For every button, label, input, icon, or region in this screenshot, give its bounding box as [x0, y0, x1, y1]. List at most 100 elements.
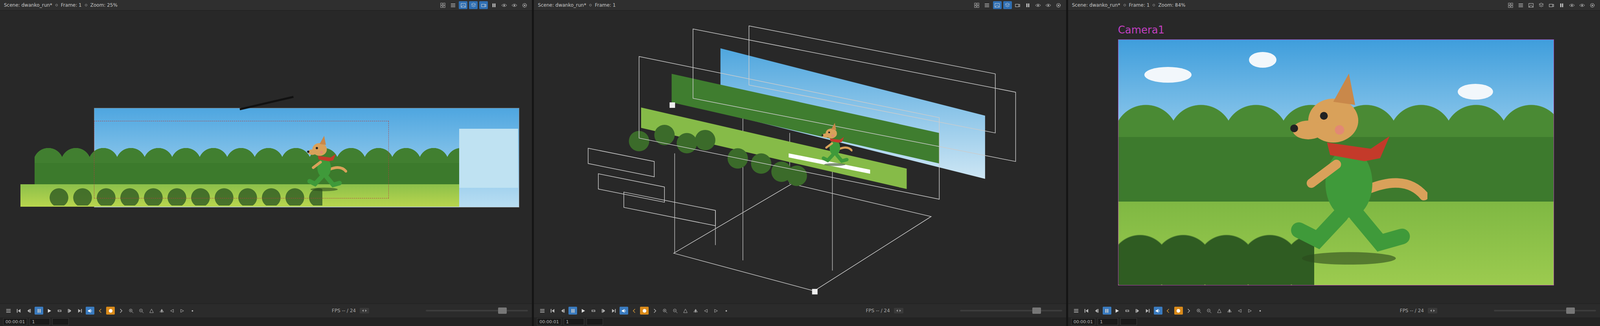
prev-button[interactable] — [1092, 306, 1102, 315]
fps-spinner[interactable] — [359, 307, 370, 313]
handle[interactable] — [812, 288, 818, 295]
viewport-canvas[interactable] — [0, 10, 532, 304]
zoom-in-button[interactable] — [660, 306, 670, 315]
view-mode-button[interactable] — [993, 1, 1002, 10]
pause-button[interactable] — [1102, 306, 1112, 315]
flip-button[interactable] — [1225, 306, 1235, 315]
dot-button[interactable] — [721, 306, 731, 315]
onion-prev-button[interactable] — [95, 306, 105, 315]
prev-button[interactable] — [24, 306, 34, 315]
view-mode-button[interactable] — [982, 1, 992, 10]
rotate-right-button[interactable] — [1245, 306, 1255, 315]
flip-button[interactable] — [157, 306, 166, 315]
menu-button[interactable] — [3, 306, 13, 315]
slider-thumb[interactable] — [1032, 307, 1041, 314]
timecode-field[interactable]: 00:00:01 — [537, 317, 561, 325]
zoom-slider[interactable] — [960, 309, 1063, 311]
view-mode-button[interactable] — [1044, 1, 1053, 10]
character-drawing[interactable] — [301, 132, 348, 192]
zoom-in-button[interactable] — [1194, 306, 1204, 315]
view-mode-button[interactable] — [448, 1, 458, 10]
onion-prev-button[interactable] — [1164, 306, 1173, 315]
last-button[interactable] — [609, 306, 618, 315]
first-button[interactable] — [1082, 306, 1091, 315]
range-field[interactable] — [1120, 317, 1137, 325]
view-mode-button[interactable] — [1537, 1, 1546, 10]
viewport-canvas[interactable] — [533, 10, 1066, 304]
viewport-canvas[interactable]: Camera1 — [1068, 10, 1600, 304]
last-button[interactable] — [75, 306, 85, 315]
pause-button[interactable] — [568, 306, 578, 315]
view-mode-button[interactable] — [479, 1, 488, 10]
onion-next-button[interactable] — [116, 306, 126, 315]
zoom-out-button[interactable] — [136, 306, 146, 315]
next-button[interactable] — [599, 306, 608, 315]
view-mode-button[interactable] — [468, 1, 478, 10]
prev-button[interactable] — [558, 306, 567, 315]
reset-button[interactable] — [1215, 306, 1224, 315]
rotate-left-button[interactable] — [1235, 306, 1245, 315]
next-button[interactable] — [1133, 306, 1143, 315]
view-mode-button[interactable] — [972, 1, 982, 10]
handle[interactable] — [669, 102, 676, 108]
timecode-field[interactable]: 00:00:01 — [3, 317, 28, 325]
play-button[interactable] — [578, 306, 588, 315]
onion-prev-button[interactable] — [629, 306, 639, 315]
onion-button[interactable] — [106, 306, 115, 315]
onion-next-button[interactable] — [1184, 306, 1194, 315]
loop-button[interactable] — [588, 306, 598, 315]
loop-button[interactable] — [1123, 306, 1132, 315]
view-mode-button[interactable] — [458, 1, 468, 10]
pause-button[interactable] — [34, 306, 44, 315]
rotate-right-button[interactable] — [177, 306, 187, 315]
view-mode-button[interactable] — [1003, 1, 1012, 10]
grass-plane[interactable] — [641, 107, 907, 189]
sound-button[interactable] — [85, 306, 95, 315]
view-mode-button[interactable] — [1516, 1, 1526, 10]
menu-button[interactable] — [537, 306, 547, 315]
zoom-slider[interactable] — [1493, 309, 1597, 311]
camera-frame[interactable] — [1118, 39, 1555, 286]
reset-button[interactable] — [147, 306, 156, 315]
onion-next-button[interactable] — [650, 306, 659, 315]
frame-field[interactable]: 1 — [1097, 317, 1119, 325]
range-field[interactable] — [586, 317, 604, 325]
rotate-left-button[interactable] — [701, 306, 710, 315]
view-mode-button[interactable] — [1033, 1, 1043, 10]
view-mode-button[interactable] — [1054, 1, 1063, 10]
fps-spinner[interactable] — [893, 307, 904, 313]
menu-button[interactable] — [1072, 306, 1081, 315]
rotate-left-button[interactable] — [167, 306, 177, 315]
rotate-right-button[interactable] — [711, 306, 721, 315]
zoom-out-button[interactable] — [670, 306, 680, 315]
view-mode-button[interactable] — [1013, 1, 1023, 10]
perspective-scene[interactable] — [533, 10, 1066, 304]
frame-field[interactable]: 1 — [29, 317, 50, 325]
first-button[interactable] — [548, 306, 557, 315]
zoom-slider[interactable] — [425, 309, 528, 311]
view-mode-button[interactable] — [1557, 1, 1567, 10]
view-mode-button[interactable] — [520, 1, 529, 10]
view-mode-button[interactable] — [489, 1, 499, 10]
frame-field[interactable]: 1 — [563, 317, 585, 325]
zoom-in-button[interactable] — [126, 306, 136, 315]
zoom-out-button[interactable] — [1204, 306, 1214, 315]
fps-spinner[interactable] — [1427, 307, 1438, 313]
character-drawing[interactable] — [1270, 64, 1428, 268]
view-mode-button[interactable] — [1577, 1, 1587, 10]
view-mode-button[interactable] — [1506, 1, 1516, 10]
view-mode-button[interactable] — [1526, 1, 1536, 10]
timecode-field[interactable]: 00:00:01 — [1071, 317, 1096, 325]
view-mode-button[interactable] — [509, 1, 519, 10]
onion-button[interactable] — [1174, 306, 1183, 315]
play-button[interactable] — [44, 306, 54, 315]
loop-button[interactable] — [55, 306, 64, 315]
flip-button[interactable] — [691, 306, 700, 315]
view-mode-button[interactable] — [499, 1, 509, 10]
sound-button[interactable] — [619, 306, 629, 315]
view-mode-button[interactable] — [438, 1, 447, 10]
dot-button[interactable] — [1256, 306, 1265, 315]
first-button[interactable] — [14, 306, 23, 315]
sound-button[interactable] — [1153, 306, 1163, 315]
dot-button[interactable] — [187, 306, 197, 315]
